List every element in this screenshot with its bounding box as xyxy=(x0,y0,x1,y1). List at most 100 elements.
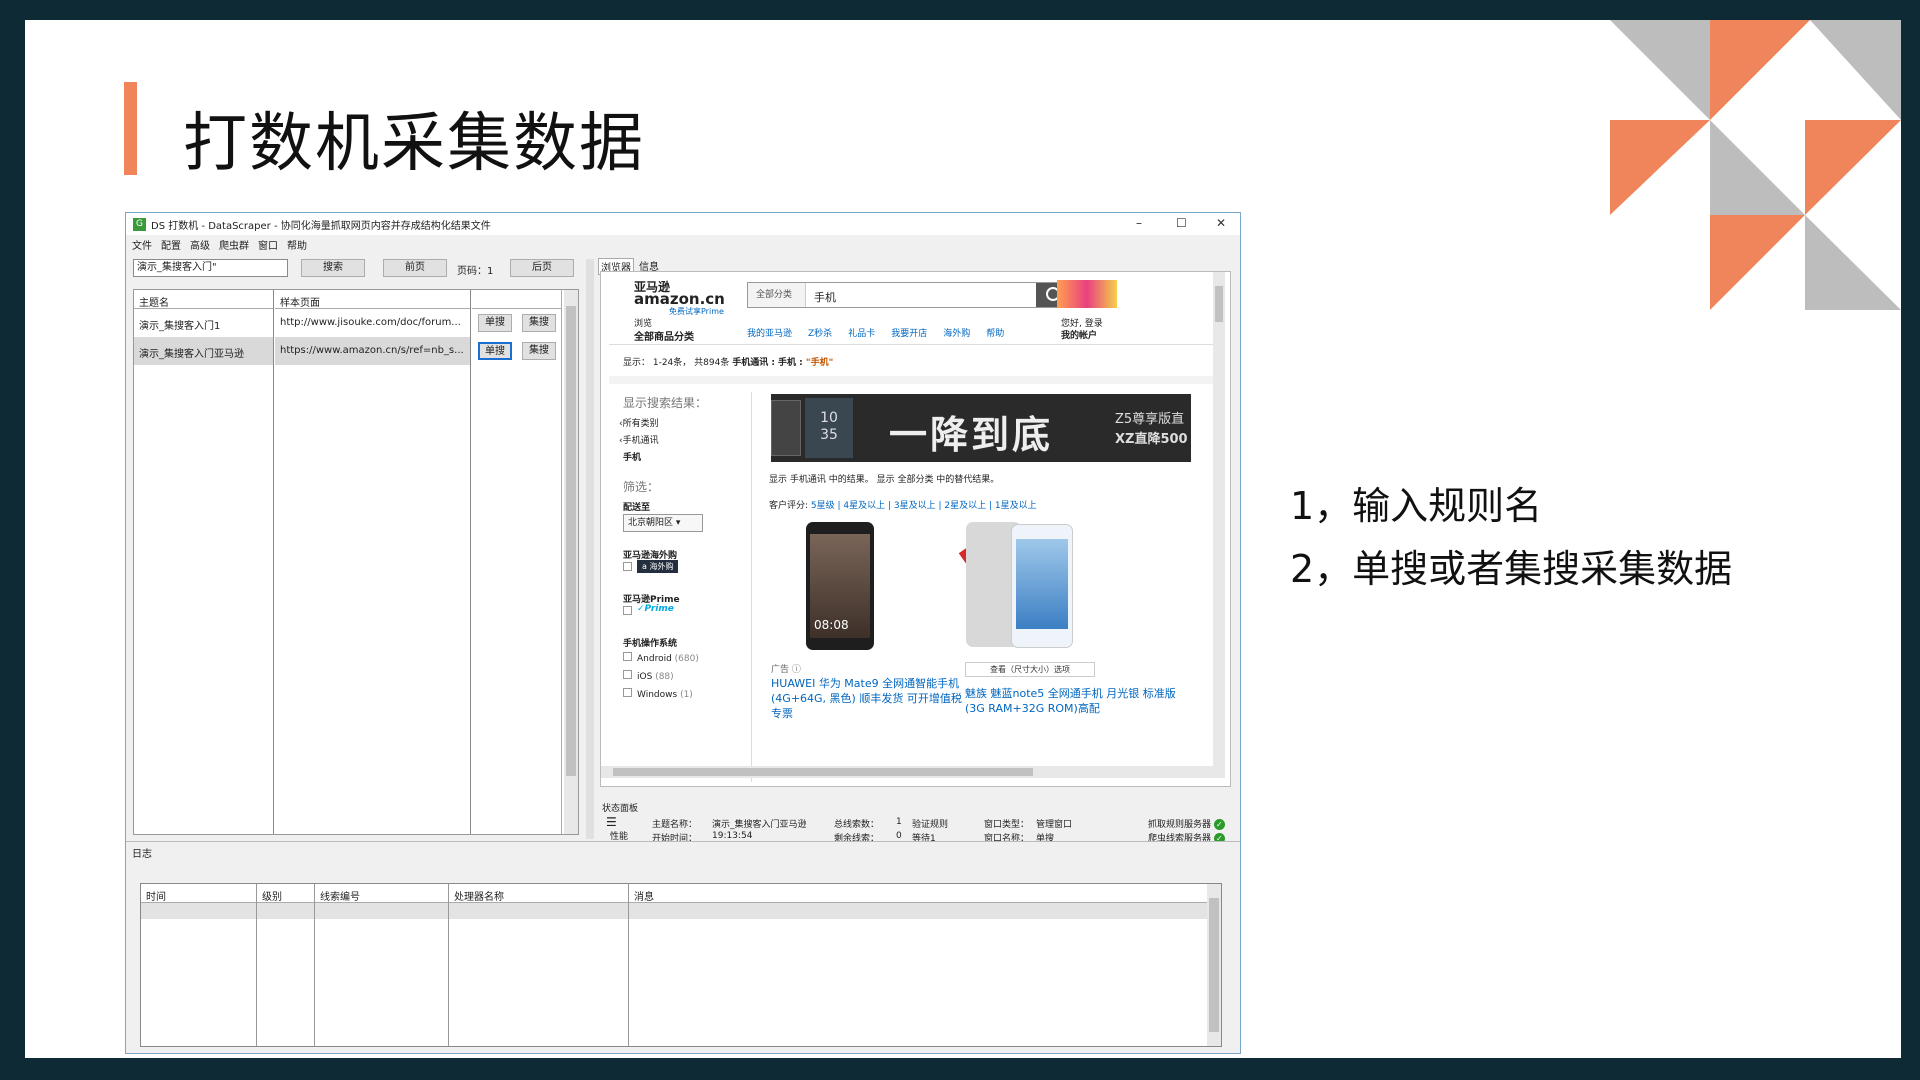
product-image-huawei[interactable]: 08:08 xyxy=(806,522,874,650)
browser-hscrollbar[interactable] xyxy=(601,766,1225,778)
deco-triangle xyxy=(1710,120,1805,215)
nav-my-amazon[interactable]: 我的亚马逊 xyxy=(747,326,792,339)
category-list: ‹所有类别 ‹手机通讯 手机 xyxy=(619,416,659,467)
promo-image[interactable] xyxy=(1057,280,1117,308)
os-option[interactable]: Android (680) xyxy=(623,650,699,668)
os-count: (88) xyxy=(655,672,674,682)
overseas-badge: a 海外购 xyxy=(637,560,679,573)
prev-page-button[interactable]: 前页 xyxy=(383,259,447,277)
nav-overseas[interactable]: 海外购 xyxy=(943,326,970,339)
menu-config[interactable]: 配置 xyxy=(161,237,181,252)
sample-url-cell[interactable]: https://www.amazon.cn/s/ref=nb_s... xyxy=(275,337,470,365)
close-button[interactable]: ✕ xyxy=(1216,216,1226,230)
scroll-thumb[interactable] xyxy=(1215,286,1223,322)
datascraper-window: G DS 打数机 - DataScraper - 协同化海量抓取网页内容并存成结… xyxy=(125,212,1241,1054)
grid-scrollbar[interactable] xyxy=(564,290,578,834)
rule-name-input[interactable]: 演示_集搜客入门" xyxy=(133,259,288,277)
nav-gift-card[interactable]: 礼品卡 xyxy=(848,326,875,339)
log-header-processor[interactable]: 处理器名称 xyxy=(449,884,628,903)
minimize-button[interactable]: – xyxy=(1136,216,1142,230)
single-search-button[interactable]: 单搜 xyxy=(478,342,512,360)
nav-help[interactable]: 帮助 xyxy=(986,326,1004,339)
menu-advanced[interactable]: 高级 xyxy=(190,237,210,252)
menu-help[interactable]: 帮助 xyxy=(287,237,307,252)
scroll-thumb[interactable] xyxy=(613,768,1033,776)
splitter[interactable] xyxy=(586,259,594,839)
log-row[interactable] xyxy=(141,903,256,919)
deco-triangle xyxy=(1710,20,1810,120)
search-query-input[interactable]: 手机 xyxy=(814,289,836,305)
my-account[interactable]: 我的帐户 xyxy=(1061,328,1097,341)
os-option[interactable]: iOS (88) xyxy=(623,668,699,686)
theme-name-column: 主题名 演示_集搜客入门1 演示_集搜客入门亚马逊 xyxy=(134,290,274,834)
multi-search-button[interactable]: 集搜 xyxy=(522,342,556,360)
maximize-button[interactable]: ☐ xyxy=(1176,216,1187,230)
category-dropdown[interactable]: 全部分类 xyxy=(748,283,806,307)
status-panel-title: 状态面板 xyxy=(602,804,639,814)
log-panel: 日志 时间 级别 线索编号 处理器名称 消息 xyxy=(126,841,1240,1053)
log-header-message[interactable]: 消息 xyxy=(629,884,1207,903)
log-header-level[interactable]: 级别 xyxy=(257,884,314,903)
nav-open-shop[interactable]: 我要开店 xyxy=(891,326,927,339)
window-titlebar: G DS 打数机 - DataScraper - 协同化海量抓取网页内容并存成结… xyxy=(126,213,1240,235)
sidebar-title: 显示搜索结果： xyxy=(623,396,708,410)
os-name: Android xyxy=(637,654,672,664)
log-column: 级别 xyxy=(257,884,315,1046)
menu-file[interactable]: 文件 xyxy=(132,237,152,252)
search-toolbar: 演示_集搜客入门" 搜索 前页 页码：1 后页 xyxy=(133,259,579,281)
total-clues-label: 总线索数： xyxy=(834,820,880,830)
scroll-thumb[interactable] xyxy=(1209,898,1219,1032)
city-select[interactable]: 北京朝阳区 ▾ xyxy=(623,514,703,532)
os-checkbox[interactable] xyxy=(623,688,632,697)
next-page-button[interactable]: 后页 xyxy=(510,259,574,277)
log-row[interactable] xyxy=(629,903,1207,919)
os-checkbox[interactable] xyxy=(623,652,632,661)
theme-name-cell[interactable]: 演示_集搜客入门1 xyxy=(134,309,273,337)
divider xyxy=(609,376,1213,384)
single-search-button[interactable]: 单搜 xyxy=(478,314,512,332)
log-scrollbar[interactable] xyxy=(1207,884,1221,1046)
search-button[interactable]: 搜索 xyxy=(301,259,365,277)
banner-date: 10 xyxy=(820,410,838,426)
rating-links[interactable]: 5星级 | 4星及以上 | 3星及以上 | 2星及以上 | 1星及以上 xyxy=(811,501,1037,511)
log-column: 消息 xyxy=(629,884,1207,1046)
os-count: (1) xyxy=(680,690,693,700)
log-row[interactable] xyxy=(257,903,314,919)
product-title-meizu[interactable]: 魅族 魅蓝note5 全网通手机 月光银 标准版(3G RAM+32G ROM)… xyxy=(965,686,1177,718)
log-row[interactable] xyxy=(315,903,448,919)
sale-banner[interactable]: 10 35 一降到底 Z5尊享版直 XZ直降500 xyxy=(771,394,1191,462)
log-row[interactable] xyxy=(449,903,628,919)
banner-phone-image: 10 35 xyxy=(805,398,853,458)
nav-flash-sale[interactable]: Z秒杀 xyxy=(808,326,832,339)
sample-url-cell[interactable]: http://www.jisouke.com/doc/forum... xyxy=(275,309,470,337)
category-phone-comm[interactable]: ‹手机通讯 xyxy=(619,433,659,450)
prime-trial-link[interactable]: 免费试享Prime xyxy=(669,306,724,317)
category-phone[interactable]: 手机 xyxy=(619,450,659,467)
note-step-1: 1，输入规则名 xyxy=(1290,484,1543,528)
log-header-clue-id[interactable]: 线索编号 xyxy=(315,884,448,903)
os-option[interactable]: Windows (1) xyxy=(623,686,699,704)
multi-search-button[interactable]: 集搜 xyxy=(522,314,556,332)
os-count: (680) xyxy=(674,654,699,664)
browser-scrollbar[interactable] xyxy=(1213,272,1225,766)
category-all[interactable]: ‹所有类别 xyxy=(619,416,659,433)
os-name: iOS xyxy=(637,672,653,682)
overseas-checkbox[interactable] xyxy=(623,562,632,571)
column-header xyxy=(472,290,561,309)
menu-lines-icon[interactable]: ☰ xyxy=(606,815,617,829)
menu-crawler-group[interactable]: 爬虫群 xyxy=(219,237,249,252)
banner-date: 35 xyxy=(820,427,838,443)
window-title: DS 打数机 - DataScraper - 协同化海量抓取网页内容并存成结构化… xyxy=(151,220,491,232)
amazon-search-box: 全部分类 手机 xyxy=(747,282,1073,308)
log-header-time[interactable]: 时间 xyxy=(141,884,256,903)
scroll-thumb[interactable] xyxy=(566,306,576,776)
product-title-huawei[interactable]: HUAWEI 华为 Mate9 全网通智能手机 (4G+64G, 黑色) 顺丰发… xyxy=(771,676,971,721)
view-size-options[interactable]: 查看（尺寸大小）选项 xyxy=(965,662,1095,677)
prime-checkbox[interactable] xyxy=(623,606,632,615)
divider xyxy=(609,344,1213,345)
menu-window[interactable]: 窗口 xyxy=(258,237,278,252)
result-path: 手机通讯 : 手机 : xyxy=(732,358,806,368)
all-categories[interactable]: 全部商品分类 xyxy=(634,328,694,343)
os-checkbox[interactable] xyxy=(623,670,632,679)
theme-name-cell[interactable]: 演示_集搜客入门亚马逊 xyxy=(134,337,273,365)
